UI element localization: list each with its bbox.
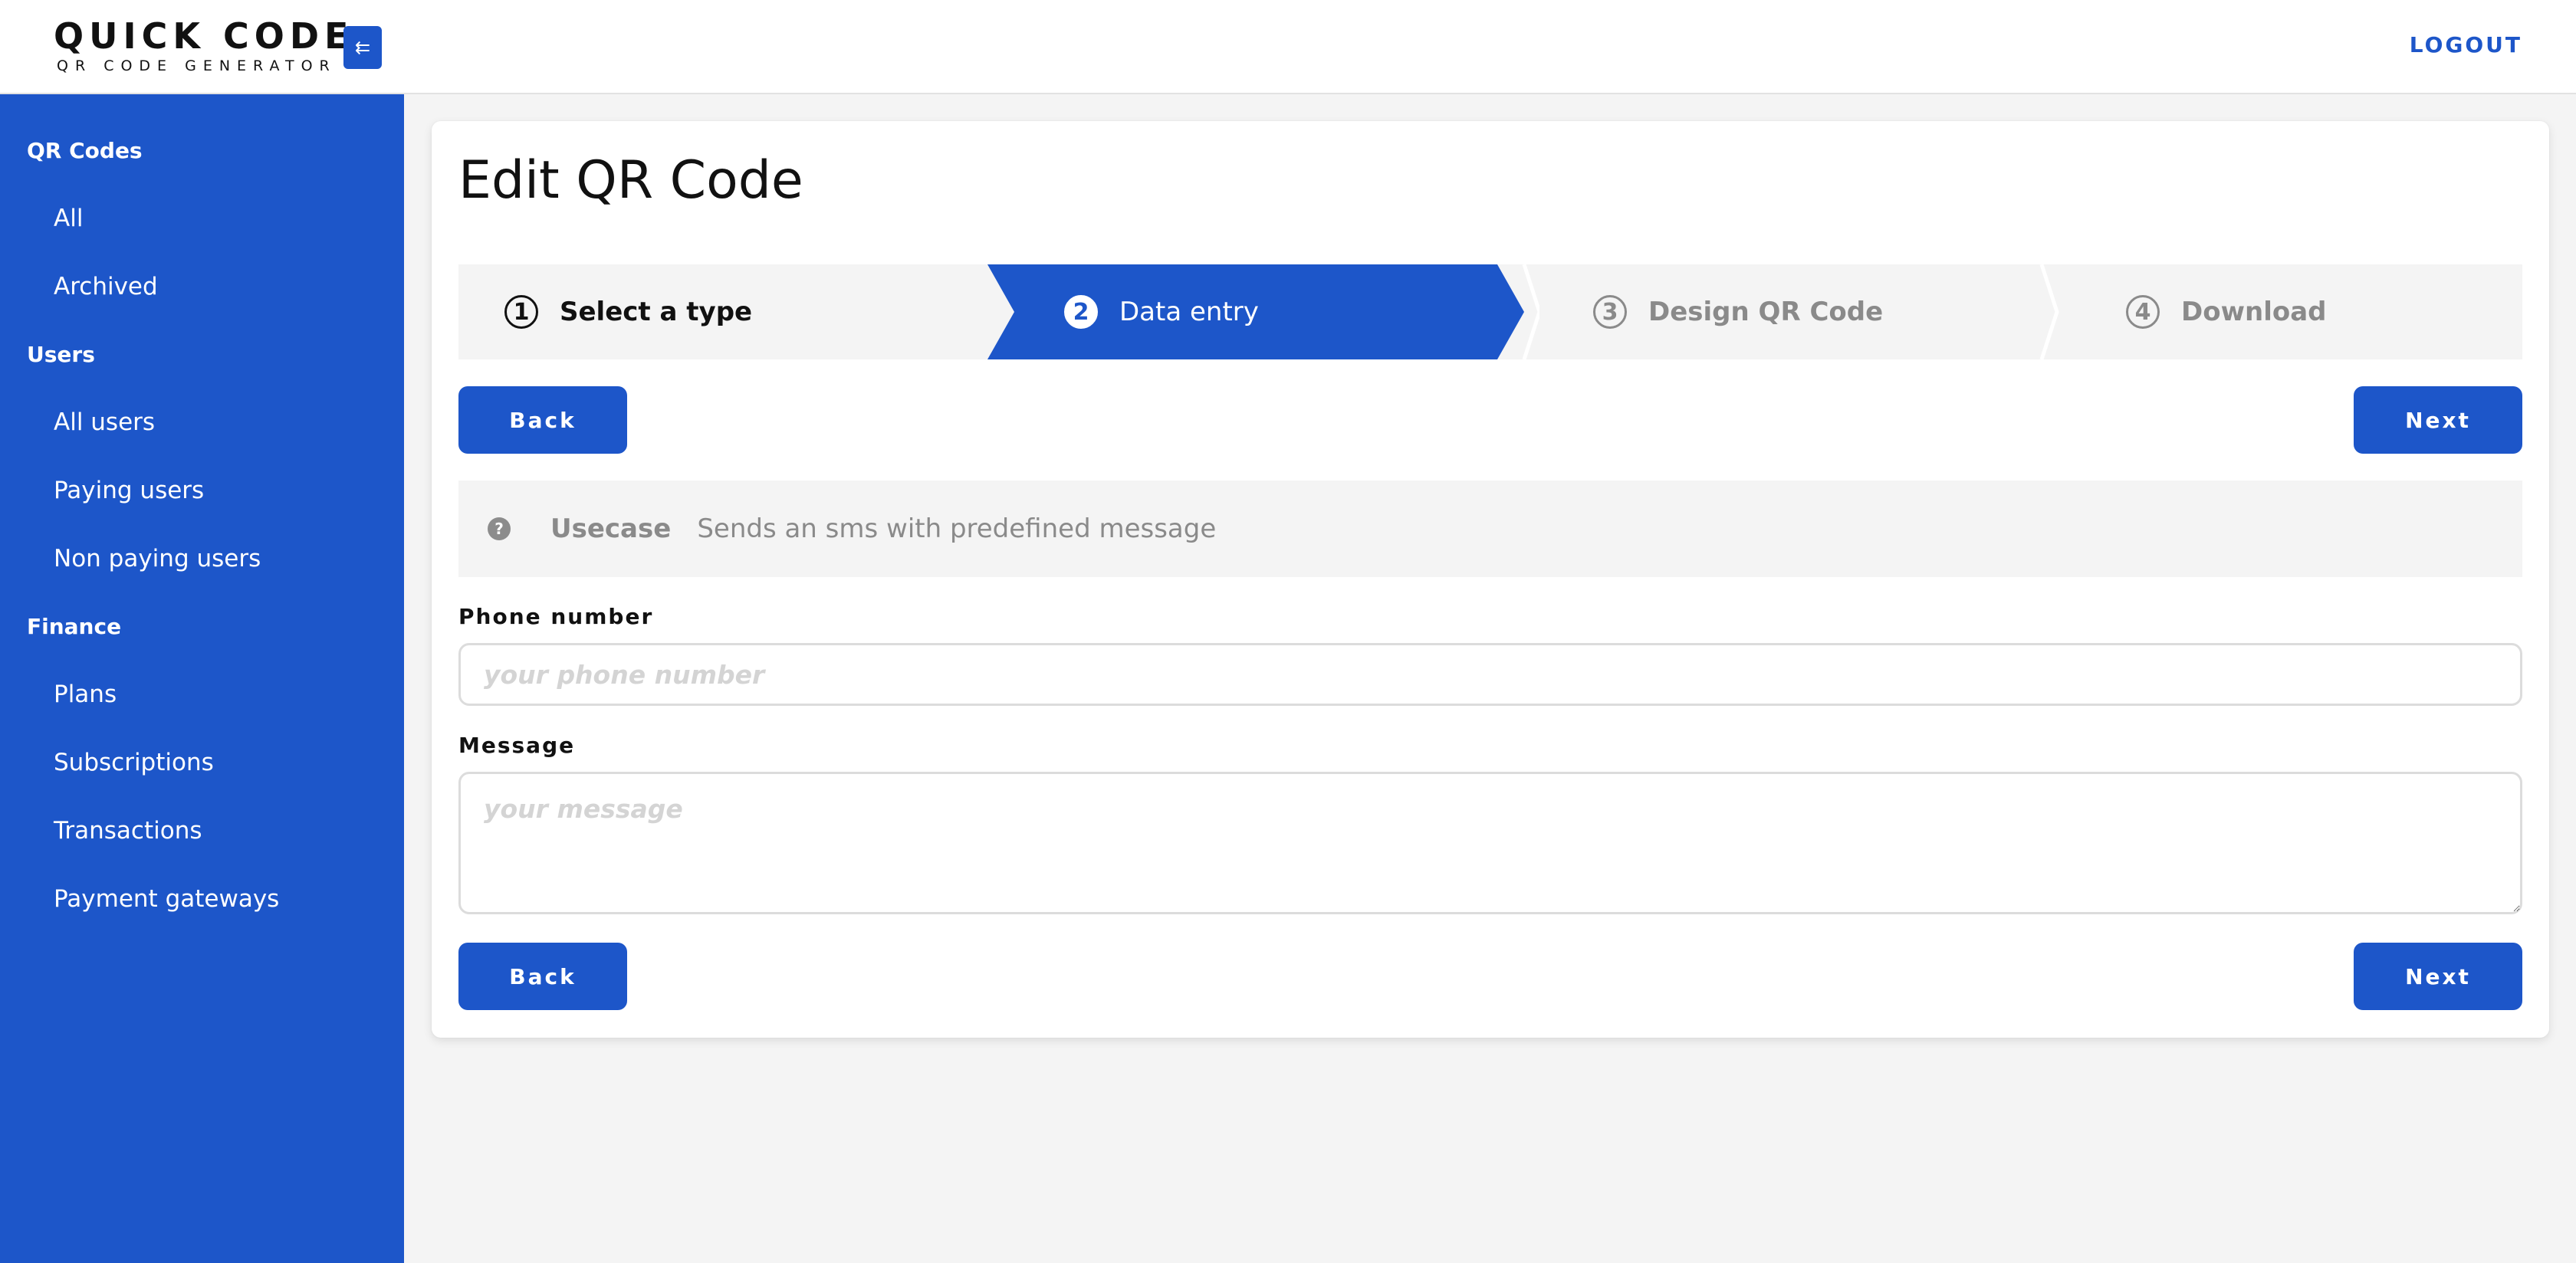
brand-logo[interactable]: QUICK CODE QR CODE GENERATOR	[54, 15, 353, 75]
stepper: 1 Select a type 2 Data entry 3 Design QR…	[458, 264, 2522, 359]
sidebar-section-users: Users	[27, 342, 95, 367]
next-button-top[interactable]: Next	[2354, 386, 2522, 454]
sidebar-item-non-paying-users[interactable]: Non paying users	[0, 525, 404, 593]
sidebar-item-all[interactable]: All	[0, 185, 404, 253]
back-button-top[interactable]: Back	[458, 386, 627, 454]
next-button-bottom[interactable]: Next	[2354, 943, 2522, 1010]
sidebar: QR Codes All Archived Users All users Pa…	[0, 94, 404, 1263]
step-number: 4	[2126, 295, 2160, 329]
step-label: Select a type	[560, 297, 753, 327]
logout-link[interactable]: LOGOUT	[2410, 32, 2522, 57]
back-button-bottom[interactable]: Back	[458, 943, 627, 1010]
sidebar-item-archived[interactable]: Archived	[0, 253, 404, 321]
step-download[interactable]: 4 Download	[2057, 264, 2517, 359]
collapse-sidebar-button[interactable]: ⇇	[343, 26, 382, 69]
usecase-banner: ? Usecase Sends an sms with predefined m…	[458, 481, 2522, 577]
message-textarea[interactable]	[458, 772, 2522, 914]
sidebar-item-subscriptions[interactable]: Subscriptions	[0, 729, 404, 797]
collapse-sidebar-icon: ⇇	[354, 37, 371, 58]
step-data-entry[interactable]: 2 Data entry	[987, 264, 1524, 359]
step-design-qr[interactable]: 3 Design QR Code	[1524, 264, 2045, 359]
edit-qr-card: Edit QR Code 1 Select a type 2 Data entr…	[432, 121, 2549, 1038]
phone-number-label: Phone number	[458, 604, 654, 629]
top-bar: QUICK CODE QR CODE GENERATOR ⇇ LOGOUT	[0, 0, 2576, 94]
step-label: Download	[2181, 297, 2327, 327]
step-label: Design QR Code	[1648, 297, 1884, 327]
step-select-type[interactable]: 1 Select a type	[458, 264, 987, 359]
sidebar-section-finance: Finance	[27, 614, 122, 639]
step-number: 1	[504, 295, 538, 329]
sidebar-item-all-users[interactable]: All users	[0, 389, 404, 457]
usecase-text: Sends an sms with predefined message	[697, 513, 1217, 544]
usecase-label: Usecase	[550, 513, 672, 544]
phone-number-input[interactable]	[458, 643, 2522, 706]
help-icon: ?	[488, 517, 511, 540]
sidebar-item-paying-users[interactable]: Paying users	[0, 457, 404, 525]
step-number: 3	[1593, 295, 1627, 329]
sidebar-section-qr-codes: QR Codes	[27, 138, 143, 163]
step-number: 2	[1064, 295, 1098, 329]
sidebar-item-plans[interactable]: Plans	[0, 661, 404, 729]
step-label: Data entry	[1119, 297, 1259, 327]
brand-title: QUICK CODE	[54, 15, 354, 57]
brand-subtitle: QR CODE GENERATOR	[57, 57, 337, 74]
sidebar-item-transactions[interactable]: Transactions	[0, 797, 404, 865]
sidebar-item-payment-gateways[interactable]: Payment gateways	[0, 865, 404, 933]
message-label: Message	[458, 733, 576, 758]
page-title: Edit QR Code	[458, 150, 803, 211]
